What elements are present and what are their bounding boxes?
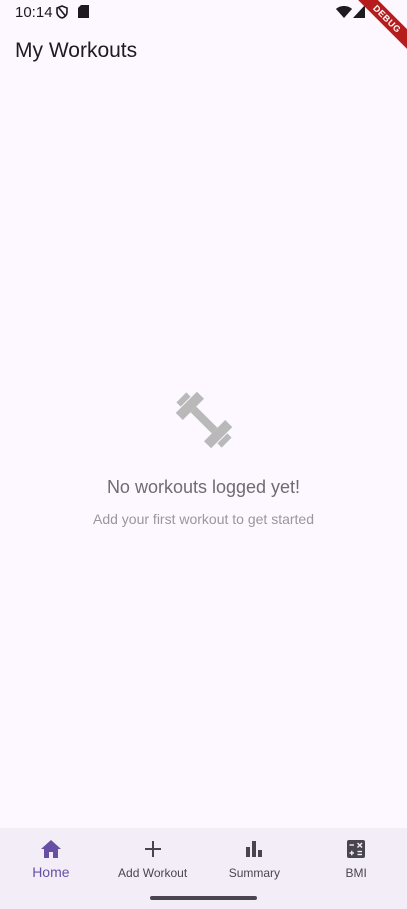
nav-item-label: Home [32, 864, 70, 880]
empty-state-title: No workouts logged yet! [106, 477, 301, 497]
nav-item-bmi[interactable]: BMI [305, 828, 407, 909]
debug-label: DEBUG [349, 0, 407, 57]
nav-item-label: BMI [345, 866, 367, 880]
shield-icon [56, 5, 68, 19]
calculator-icon [347, 840, 366, 858]
status-time: 10:14 [15, 4, 53, 21]
debug-banner: DEBUG [347, 0, 407, 60]
nav-item-label: Add Workout [118, 866, 188, 880]
nav-item-label: Summary [228, 866, 281, 880]
bar-chart-icon [246, 841, 263, 857]
page-title: My Workouts [15, 39, 138, 62]
dumbbell-icon [175, 391, 232, 449]
add-icon [144, 841, 161, 857]
empty-state-subtitle: Add your first workout to get started [93, 511, 314, 527]
nav-item-home[interactable]: Home [0, 828, 102, 909]
sd-card-icon [78, 5, 89, 18]
empty-state: No workouts logged yet! Add your first w… [0, 385, 407, 527]
home-icon [40, 840, 61, 858]
gesture-handle[interactable] [150, 896, 257, 900]
status-bar: 10:14 [0, 0, 407, 26]
